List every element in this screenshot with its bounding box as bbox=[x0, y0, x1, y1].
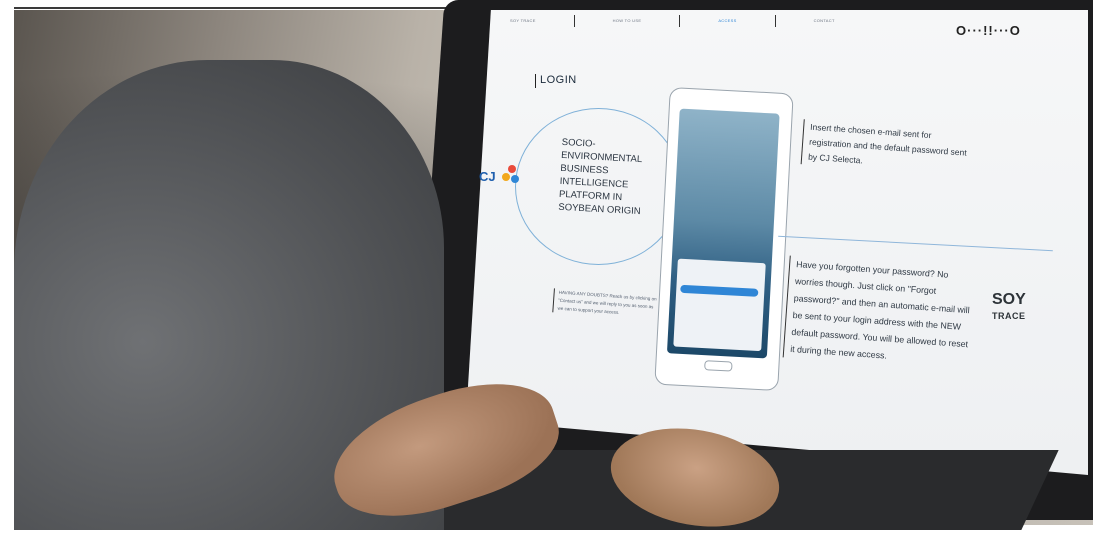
phone-mockup bbox=[654, 86, 794, 392]
cj-logo: CJ bbox=[479, 168, 496, 186]
cj-logo-icon bbox=[502, 165, 522, 189]
phone-home-button bbox=[704, 360, 733, 372]
site-nav: SOY TRACE HOW TO USE ACCESS CONTACT bbox=[510, 15, 835, 27]
nav-divider bbox=[774, 15, 776, 27]
top-brand-mark: O···!!···O bbox=[956, 23, 1021, 38]
nav-item-contact[interactable]: CONTACT bbox=[814, 18, 835, 27]
nav-divider bbox=[679, 15, 681, 27]
yellow-dot-icon bbox=[502, 173, 510, 181]
page-title: LOGIN bbox=[540, 74, 577, 86]
nav-item-how-to-use[interactable]: HOW TO USE bbox=[613, 18, 642, 27]
cj-logo-text: CJ bbox=[479, 169, 496, 184]
soy-logo-main: SOY bbox=[992, 291, 1026, 308]
photo-frame: SOY TRACE HOW TO USE ACCESS CONTACT O···… bbox=[0, 0, 1093, 535]
blue-dot-icon bbox=[511, 175, 519, 183]
title-marker bbox=[535, 74, 536, 88]
nav-item-soy-trace[interactable]: SOY TRACE bbox=[510, 18, 536, 27]
soy-logo-sub: TRACE bbox=[992, 311, 1026, 321]
login-card bbox=[673, 258, 766, 352]
phone-screen bbox=[666, 108, 780, 359]
forgot-password-instructions: Have you forgotten your password? No wor… bbox=[782, 255, 977, 371]
soy-trace-logo: SOY TRACE bbox=[992, 292, 1026, 324]
nav-item-access[interactable]: ACCESS bbox=[718, 18, 736, 27]
red-dot-icon bbox=[508, 165, 516, 173]
nav-divider bbox=[573, 15, 575, 27]
